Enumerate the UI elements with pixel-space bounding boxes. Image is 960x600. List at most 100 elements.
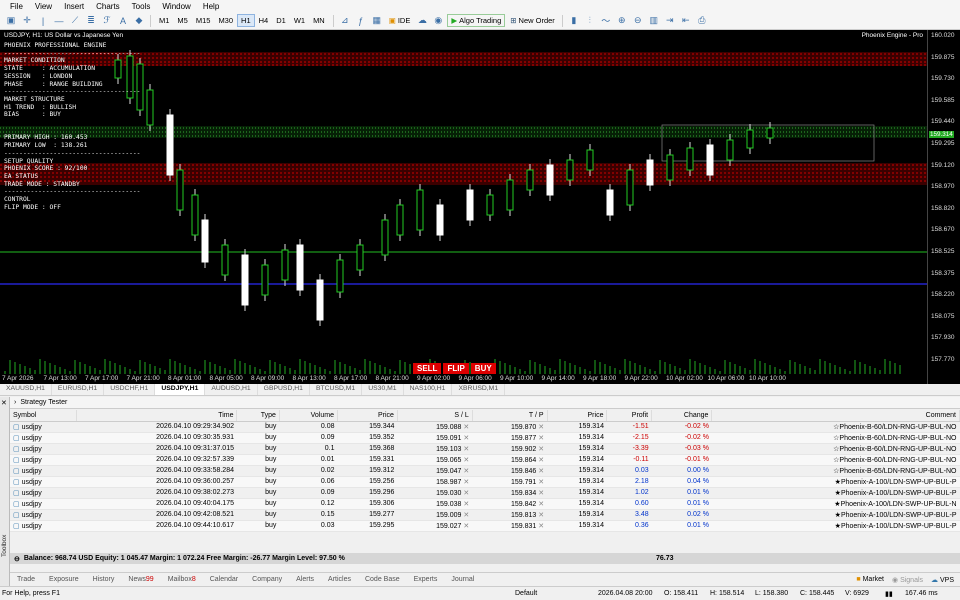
remove-icon[interactable]: ✕ xyxy=(461,446,469,453)
menu-item-charts[interactable]: Charts xyxy=(90,2,126,11)
remove-icon[interactable]: ✕ xyxy=(461,457,469,464)
column-header[interactable]: Comment xyxy=(711,410,960,422)
column-header[interactable]: Profit xyxy=(606,410,653,422)
autoscroll-icon[interactable]: ⇥ xyxy=(663,14,677,28)
remove-icon[interactable]: ✕ xyxy=(536,424,544,431)
bottom-tab-articles[interactable]: Articles xyxy=(321,576,358,583)
chart-type-icon[interactable]: ⊿ xyxy=(338,14,352,28)
crosshair-icon[interactable]: ✛ xyxy=(20,14,34,28)
indicators-icon[interactable]: ƒ xyxy=(354,14,368,28)
timeframe-h1[interactable]: H1 xyxy=(237,14,255,27)
menu-item-file[interactable]: File xyxy=(4,2,29,11)
horizontal-line-icon[interactable]: — xyxy=(52,14,66,28)
timeframe-m5[interactable]: M5 xyxy=(173,14,191,27)
timeframe-d1[interactable]: D1 xyxy=(272,14,290,27)
column-header[interactable]: T / P xyxy=(472,410,548,422)
bottom-tab-code-base[interactable]: Code Base xyxy=(358,576,407,583)
bottom-tab-exposure[interactable]: Exposure xyxy=(42,576,86,583)
position-row[interactable]: ▢ usdjpy 2026.04.10 09:36:00.257 buy 0.06 15… xyxy=(10,476,960,488)
remove-icon[interactable]: ✕ xyxy=(536,523,544,530)
bars-icon[interactable]: ⫶ xyxy=(583,14,597,28)
timeframe-m1[interactable]: M1 xyxy=(155,14,173,27)
close-icon[interactable]: ✕ xyxy=(1,399,7,407)
trendline-icon[interactable]: ⟋ xyxy=(68,14,82,28)
shapes-icon[interactable]: ◆ xyxy=(132,14,146,28)
remove-icon[interactable]: ✕ xyxy=(461,435,469,442)
timeframe-h4[interactable]: H4 xyxy=(255,14,273,27)
bottom-tab-experts[interactable]: Experts xyxy=(407,576,445,583)
remove-icon[interactable]: ✕ xyxy=(536,512,544,519)
new-order-button[interactable]: ⊞ New Order xyxy=(507,15,558,26)
remove-icon[interactable]: ✕ xyxy=(461,512,469,519)
position-row[interactable]: ▢ usdjpy 2026.04.10 09:42:08.521 buy 0.15 15… xyxy=(10,509,960,521)
remove-icon[interactable]: ✕ xyxy=(536,479,544,486)
menu-item-view[interactable]: View xyxy=(29,2,58,11)
symbol-tab[interactable]: XBRUSD,M1 xyxy=(452,384,506,395)
position-row[interactable]: ▢ usdjpy 2026.04.10 09:33:58.284 buy 0.02 15… xyxy=(10,465,960,477)
symbol-tab[interactable]: EURUSD,H1 xyxy=(52,384,105,395)
bottom-tab-news[interactable]: News99 xyxy=(121,576,160,583)
remove-icon[interactable]: ✕ xyxy=(536,446,544,453)
timeframe-mn[interactable]: MN xyxy=(309,14,329,27)
chart-shift-icon[interactable]: ⇤ xyxy=(679,14,693,28)
symbol-tab[interactable]: USDJPY,H1 xyxy=(155,384,206,395)
remove-icon[interactable]: ✕ xyxy=(461,523,469,530)
position-row[interactable]: ▢ usdjpy 2026.04.10 09:38:02.273 buy 0.09 15… xyxy=(10,487,960,499)
tile-icon[interactable]: ▥ xyxy=(647,14,661,28)
column-header[interactable]: Price xyxy=(547,410,608,422)
symbol-tab[interactable]: BTCUSD,M1 xyxy=(310,384,363,395)
algo-trading-button[interactable]: ▶ Algo Trading xyxy=(447,14,506,27)
column-header[interactable]: Time xyxy=(76,410,238,422)
remove-icon[interactable]: ✕ xyxy=(536,468,544,475)
zoom-out-icon[interactable]: ⊖ xyxy=(631,14,645,28)
menu-item-window[interactable]: Window xyxy=(156,2,196,11)
remove-icon[interactable]: ✕ xyxy=(461,490,469,497)
column-header[interactable]: Price xyxy=(337,410,398,422)
flip-button[interactable]: FLIP xyxy=(443,363,469,374)
bottom-tab-history[interactable]: History xyxy=(86,576,122,583)
position-row[interactable]: ▢ usdjpy 2026.04.10 09:44:10.617 buy 0.03 15… xyxy=(10,520,960,532)
remove-icon[interactable]: ✕ xyxy=(536,490,544,497)
sell-button[interactable]: SELL xyxy=(413,363,442,374)
position-row[interactable]: ▢ usdjpy 2026.04.10 09:31:37.015 buy 0.1 159… xyxy=(10,443,960,455)
bottom-tab-journal[interactable]: Journal xyxy=(444,576,481,583)
remove-icon[interactable]: ✕ xyxy=(536,501,544,508)
vertical-line-icon[interactable]: | xyxy=(36,14,50,28)
signals-icon[interactable]: ◉ xyxy=(431,14,445,28)
market-link[interactable]: ■ Market xyxy=(856,576,884,584)
column-header[interactable]: S / L xyxy=(397,410,473,422)
new-chart-icon[interactable]: ▣ xyxy=(4,14,18,28)
line-chart-icon[interactable]: 〜 xyxy=(599,14,613,28)
column-header[interactable]: Volume xyxy=(279,410,339,422)
remove-icon[interactable]: ✕ xyxy=(461,501,469,508)
text-icon[interactable]: A xyxy=(116,14,130,28)
symbol-tab[interactable]: NAS100,H1 xyxy=(404,384,453,395)
menu-item-help[interactable]: Help xyxy=(197,2,225,11)
vps-link[interactable]: ☁ VPS xyxy=(931,576,954,584)
remove-icon[interactable]: ✕ xyxy=(461,468,469,475)
strategy-tester-header[interactable]: › Strategy Tester xyxy=(10,397,960,409)
symbol-tab[interactable]: US30,M1 xyxy=(362,384,404,395)
position-row[interactable]: ▢ usdjpy 2026.04.10 09:30:35.931 buy 0.09 15… xyxy=(10,432,960,444)
symbol-tab[interactable]: XAUUSD,H1 xyxy=(0,384,52,395)
signals-link[interactable]: ◉ Signals xyxy=(892,576,923,584)
fibonacci-icon[interactable]: ℱ xyxy=(100,14,114,28)
cloud-icon[interactable]: ☁ xyxy=(415,14,429,28)
bottom-tab-mailbox[interactable]: Mailbox8 xyxy=(161,576,203,583)
position-row[interactable]: ▢ usdjpy 2026.04.10 09:40:04.175 buy 0.12 15… xyxy=(10,498,960,510)
bottom-tab-alerts[interactable]: Alerts xyxy=(289,576,321,583)
column-header[interactable]: Symbol xyxy=(10,410,78,422)
bottom-tab-company[interactable]: Company xyxy=(245,576,289,583)
remove-icon[interactable]: ✕ xyxy=(461,424,469,431)
column-header[interactable]: Type xyxy=(236,410,280,422)
templates-icon[interactable]: ▦ xyxy=(370,14,384,28)
channel-icon[interactable]: ≣ xyxy=(84,14,98,28)
position-row[interactable]: ▢ usdjpy 2026.04.10 09:32:57.339 buy 0.01 15… xyxy=(10,454,960,466)
buy-button[interactable]: BUY xyxy=(470,363,496,374)
screenshot-icon[interactable]: ⎙ xyxy=(695,14,709,28)
bottom-tab-trade[interactable]: Trade xyxy=(10,576,42,583)
timeframe-w1[interactable]: W1 xyxy=(290,14,309,27)
column-header[interactable]: Change xyxy=(651,410,713,422)
position-row[interactable]: ▢ usdjpy 2026.04.10 09:29:34.902 buy 0.08 15… xyxy=(10,421,960,433)
timeframe-m15[interactable]: M15 xyxy=(192,14,215,27)
